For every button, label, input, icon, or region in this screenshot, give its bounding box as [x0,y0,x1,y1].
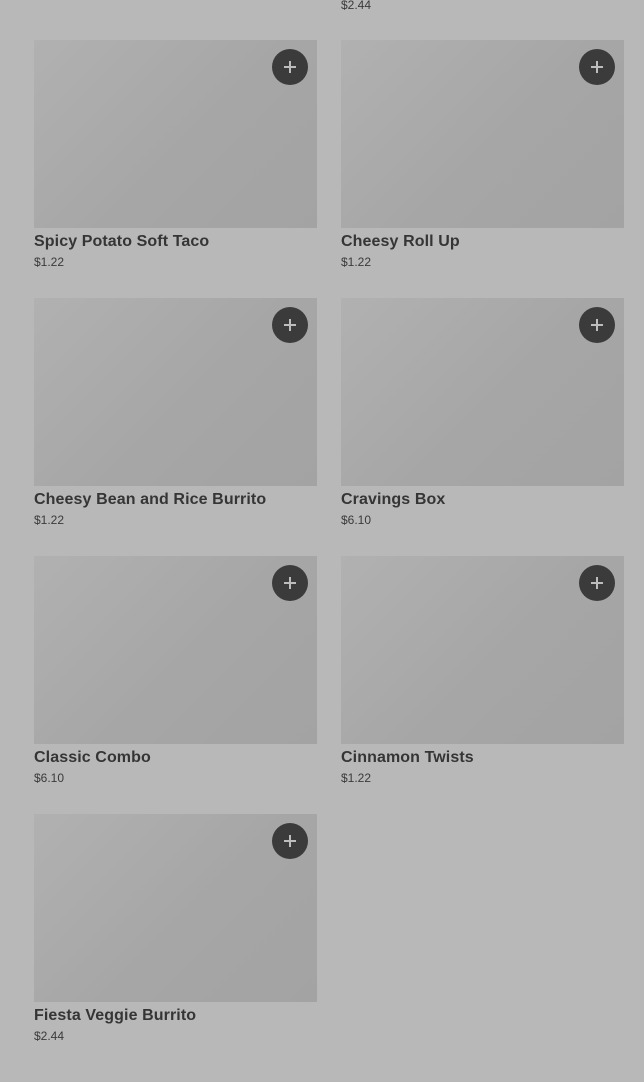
plus-icon [591,577,603,589]
menu-item-card[interactable]: Cinnamon Twists $1.22 [341,556,624,814]
item-price: $2.44 [34,1029,65,1043]
item-price: $6.10 [34,771,65,785]
plus-icon [284,835,296,847]
item-image[interactable] [34,40,317,228]
add-to-cart-button[interactable] [579,307,615,343]
item-name[interactable]: Classic Combo [34,748,317,768]
item-name[interactable]: Cravings Box [341,490,624,510]
add-to-cart-button[interactable] [272,823,308,859]
item-price: $1.22 [34,255,65,269]
plus-icon [284,319,296,331]
item-name[interactable]: Cheesy Bean and Rice Burrito [34,490,317,510]
item-name[interactable]: Spicy Potato Soft Taco [34,232,317,252]
menu-item-card[interactable]: Fiesta Veggie Burrito $2.44 [34,814,317,1072]
item-price: $1.22 [34,513,65,527]
add-to-cart-button[interactable] [579,565,615,601]
menu-item-card[interactable]: Classic Combo $6.10 [34,556,317,814]
item-image[interactable] [34,814,317,1002]
item-name[interactable]: Cinnamon Twists [341,748,624,768]
plus-icon [591,61,603,73]
item-image[interactable] [34,556,317,744]
add-to-cart-button[interactable] [579,49,615,85]
menu-item-card[interactable]: Spicy Potato Soft Taco $1.22 [34,40,317,298]
item-image[interactable] [341,298,624,486]
plus-icon [284,577,296,589]
add-to-cart-button[interactable] [272,49,308,85]
item-price: $6.10 [341,513,372,527]
item-image[interactable] [34,298,317,486]
plus-icon [284,61,296,73]
item-image[interactable] [341,40,624,228]
item-price: $1.22 [341,255,372,269]
add-to-cart-button[interactable] [272,307,308,343]
menu-item-card[interactable]: Cheesy Roll Up $1.22 [341,40,624,298]
item-price: $1.22 [341,771,372,785]
menu-item-card[interactable]: Cheesy Bean and Rice Burrito $1.22 [34,298,317,556]
menu-item-grid: Spicy Potato Soft Taco $1.22 Cheesy Roll… [34,40,624,1072]
plus-icon [591,319,603,331]
add-to-cart-button[interactable] [272,565,308,601]
item-name[interactable]: Fiesta Veggie Burrito [34,1006,317,1026]
partial-item-price: $2.44 [341,0,372,12]
item-image[interactable] [341,556,624,744]
menu-item-card[interactable]: Cravings Box $6.10 [341,298,624,556]
item-name[interactable]: Cheesy Roll Up [341,232,624,252]
